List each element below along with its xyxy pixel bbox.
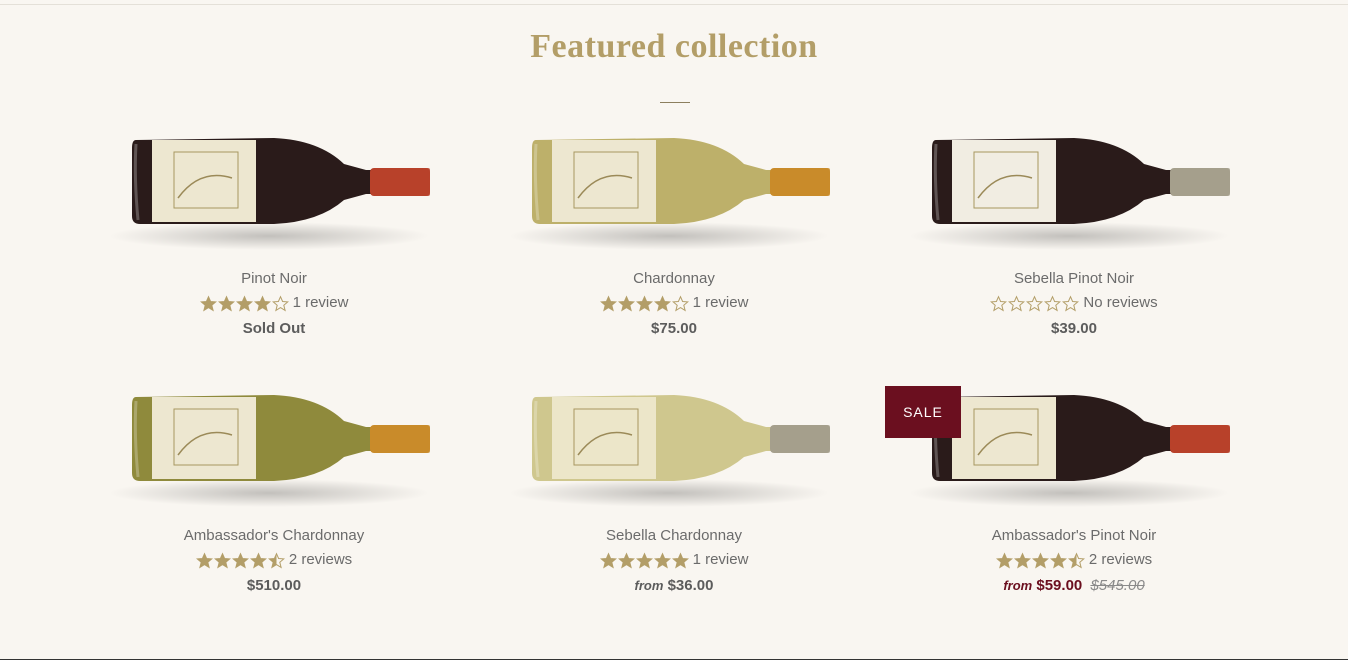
product-price: $39.00: [904, 316, 1244, 342]
star-icon: [1008, 294, 1026, 311]
product-rating: 1 review: [104, 290, 444, 316]
star-icon: [1062, 294, 1080, 311]
star-icon: [217, 294, 235, 311]
price: $510.00: [246, 577, 302, 594]
star-rating: [199, 294, 289, 312]
wine-bottle-image: [509, 138, 830, 250]
product-price: $75.00: [504, 316, 844, 342]
product-card[interactable]: Sebella Chardonnay 1 review from $36.00: [504, 375, 844, 599]
star-icon: [213, 551, 231, 568]
product-image-link[interactable]: [504, 375, 844, 525]
product-card[interactable]: Ambassador's Chardonnay 2 reviews $510.0…: [104, 375, 444, 599]
review-count: 2 reviews: [288, 551, 353, 568]
product-rating: 2 reviews: [104, 547, 444, 573]
product-image-link[interactable]: [104, 375, 444, 525]
price: Sold Out: [242, 320, 306, 337]
product-price: from $59.00 $545.00: [904, 573, 1244, 599]
product-title[interactable]: Sebella Chardonnay: [504, 525, 844, 547]
star-icon: [249, 551, 267, 568]
top-border: [0, 4, 1348, 5]
wine-bottle-image: [909, 138, 1230, 250]
wine-bottle-image: [109, 395, 430, 507]
product-title[interactable]: Ambassador's Chardonnay: [104, 525, 444, 547]
star-icon: [231, 551, 249, 568]
star-icon: [267, 551, 285, 568]
star-icon: [195, 551, 213, 568]
product-image-link[interactable]: [904, 118, 1244, 268]
review-count: No reviews: [1083, 294, 1158, 311]
star-icon: [1031, 551, 1049, 568]
star-icon: [990, 294, 1008, 311]
star-icon: [253, 294, 271, 311]
star-icon: [1044, 294, 1062, 311]
price: $39.00: [1051, 320, 1097, 337]
sale-price: $59.00: [1036, 577, 1083, 594]
product-rating: 1 review: [504, 290, 844, 316]
star-icon: [1049, 551, 1067, 568]
star-rating: [599, 294, 689, 312]
product-rating: No reviews: [904, 290, 1244, 316]
star-icon: [635, 551, 653, 568]
sale-badge: SALE: [885, 386, 961, 438]
product-title[interactable]: Ambassador's Pinot Noir: [904, 525, 1244, 547]
price: $36.00: [667, 577, 714, 594]
title-divider: [660, 102, 690, 103]
star-icon: [653, 294, 671, 311]
star-rating: [995, 551, 1085, 569]
compare-price: $545.00: [1090, 577, 1145, 594]
product-title[interactable]: Sebella Pinot Noir: [904, 268, 1244, 290]
star-icon: [671, 551, 689, 568]
star-icon: [995, 551, 1013, 568]
star-icon: [271, 294, 289, 311]
product-card[interactable]: Pinot Noir 1 review Sold Out: [104, 118, 444, 342]
product-card[interactable]: Sebella Pinot Noir No reviews $39.00: [904, 118, 1244, 342]
star-icon: [653, 551, 671, 568]
product-rating: 1 review: [504, 547, 844, 573]
review-count: 1 review: [692, 551, 749, 568]
wine-bottle-image: [509, 395, 830, 507]
review-count: 1 review: [692, 294, 749, 311]
product-price: Sold Out: [104, 316, 444, 342]
product-card[interactable]: Chardonnay 1 review $75.00: [504, 118, 844, 342]
star-rating: [599, 551, 689, 569]
product-image-link[interactable]: [104, 118, 444, 268]
star-icon: [235, 294, 253, 311]
star-icon: [199, 294, 217, 311]
star-icon: [1067, 551, 1085, 568]
star-icon: [1026, 294, 1044, 311]
star-icon: [635, 294, 653, 311]
star-rating: [990, 294, 1080, 312]
star-icon: [599, 294, 617, 311]
product-image-link[interactable]: [504, 118, 844, 268]
star-icon: [1013, 551, 1031, 568]
product-price: $510.00: [104, 573, 444, 599]
product-title[interactable]: Pinot Noir: [104, 268, 444, 290]
review-count: 2 reviews: [1088, 551, 1153, 568]
star-rating: [195, 551, 285, 569]
product-price: from $36.00: [504, 573, 844, 599]
product-rating: 2 reviews: [904, 547, 1244, 573]
from-label: from: [1003, 578, 1033, 593]
product-title[interactable]: Chardonnay: [504, 268, 844, 290]
star-icon: [617, 294, 635, 311]
star-icon: [599, 551, 617, 568]
price: $75.00: [651, 320, 697, 337]
star-icon: [617, 551, 635, 568]
review-count: 1 review: [292, 294, 349, 311]
wine-bottle-image: [109, 138, 430, 250]
from-label: from: [634, 578, 664, 593]
star-icon: [671, 294, 689, 311]
section-title: Featured collection: [530, 28, 818, 65]
